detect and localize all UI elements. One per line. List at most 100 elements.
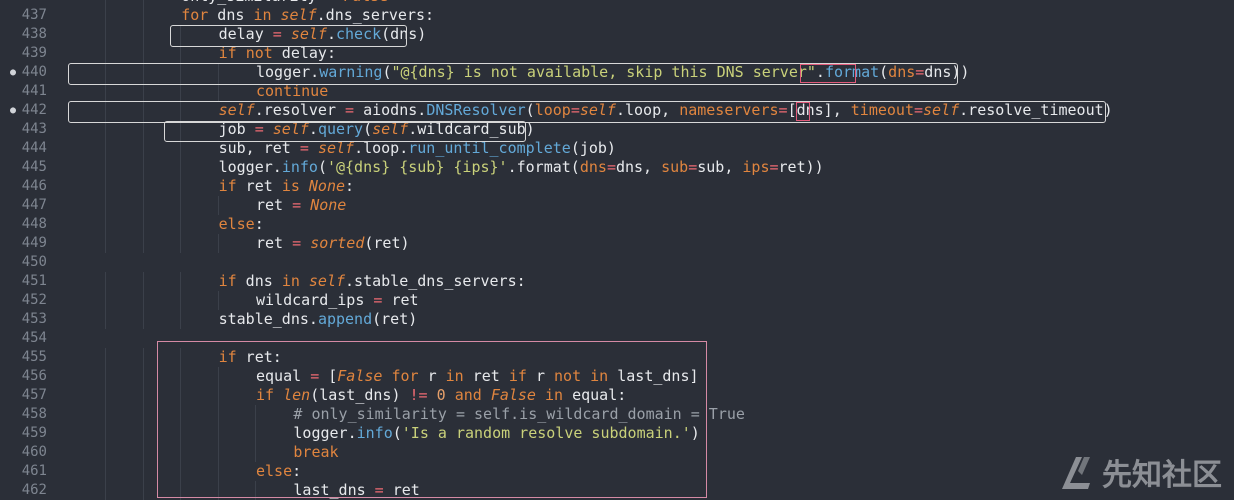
indent-guide — [180, 44, 182, 63]
indent-guide — [105, 63, 107, 82]
code-token: '@{dns} {sub} {ips}' — [326, 158, 508, 176]
code-token: else — [256, 462, 293, 480]
indent-guide — [217, 63, 219, 82]
code-line[interactable]: 446 if ret is None: — [0, 177, 1234, 196]
indent-guide — [105, 481, 107, 500]
code-token: job — [218, 120, 255, 138]
indent-guide — [255, 481, 256, 500]
code-token: self — [280, 6, 317, 24]
code-line[interactable]: 461 else: — [0, 462, 1234, 481]
code-line[interactable]: 459 logger.info('Is a random resolve subd… — [0, 424, 1234, 443]
code-token: = — [374, 481, 384, 499]
code-line[interactable]: 455 if ret: — [0, 348, 1234, 367]
code-token: last_dns — [293, 481, 375, 499]
indent-guide — [142, 120, 144, 139]
code-token: ( — [317, 158, 327, 176]
indent-guide — [180, 310, 182, 329]
code-token: ) — [690, 424, 700, 442]
code-line[interactable]: 443 job = self.query(self.wildcard_sub) — [0, 120, 1234, 139]
code-line[interactable]: 440 ● logger.warning ("@{dns} is not availa… — [0, 63, 1234, 82]
indent-guide — [142, 6, 144, 25]
line-number: 455 — [21, 349, 47, 365]
code-line[interactable]: 458 # only_similarity = self.is_wildcard_… — [0, 405, 1234, 424]
code-text: else: — [256, 462, 301, 481]
indent-guide — [180, 177, 182, 196]
indent-guide — [217, 234, 219, 253]
code-line[interactable]: 460 break — [0, 443, 1234, 462]
code-line[interactable]: 456 equal = [False for r in ret if r not … — [0, 367, 1234, 386]
code-line[interactable]: 452 wildcard_ips = ret — [0, 291, 1234, 310]
indent-guide — [142, 139, 144, 158]
code-token: (last_dns) — [310, 386, 410, 404]
code-token: ret — [236, 177, 282, 195]
code-token: = — [769, 158, 779, 176]
code-line[interactable]: 445 logger.info('@{dns} {sub} {ips}'.form… — [0, 158, 1234, 177]
line-number: 458 — [21, 406, 47, 422]
code-token: .dns_servers: — [316, 6, 435, 24]
code-line[interactable]: 448 else: — [0, 215, 1234, 234]
code-token: dns — [888, 63, 916, 81]
code-token: aiodns. — [354, 101, 427, 119]
code-text: # only_similarity = self.is_wildcard_dom… — [293, 405, 745, 424]
line-number: 461 — [21, 463, 47, 479]
code-token: ( — [363, 120, 373, 138]
code-text: sub, ret = self.loop.run_until_complete(… — [219, 139, 616, 158]
indent-guide — [105, 215, 107, 234]
code-line[interactable]: 453 stable_dns.append(ret) — [0, 310, 1234, 329]
code-editor[interactable]: 436only_similarity = False437for dns in … — [0, 0, 1234, 500]
code-token: ret — [463, 367, 509, 385]
code-token: False — [337, 367, 383, 385]
code-line[interactable]: 450 — [0, 253, 1234, 272]
code-token: not — [245, 44, 273, 62]
watermark-text: 先知社区 — [1102, 458, 1222, 493]
highlight-box-dns-bracket — [796, 102, 810, 121]
code-text: equal = [False for r in ret if r not in … — [256, 367, 699, 386]
indent-guide — [105, 6, 107, 25]
code-line[interactable]: 442 ● self.resolver = aiodns.DNSResolver(l… — [0, 101, 1234, 120]
code-token: = — [254, 120, 264, 138]
code-token: logger. — [256, 63, 320, 81]
indent-guide — [217, 196, 219, 215]
code-token: break — [293, 443, 339, 461]
indent-guide — [180, 101, 182, 120]
code-token: None — [308, 177, 346, 195]
code-line[interactable]: 438 delay = self.check(dns) — [0, 25, 1234, 44]
code-line[interactable]: 441 continue — [0, 82, 1234, 101]
code-line[interactable]: 447 ret = None — [0, 196, 1234, 215]
code-line[interactable]: 439 if not delay: — [0, 44, 1234, 63]
code-token: if — [218, 44, 237, 62]
code-token: self — [372, 120, 409, 138]
code-line[interactable]: 444 sub, ret = self.loop.run_until_comple… — [0, 139, 1234, 158]
code-line[interactable]: 462 last_dns = ret — [0, 481, 1234, 500]
code-line[interactable]: 451 if dns in self.stable_dns_servers: — [0, 272, 1234, 291]
code-token: dns, — [615, 158, 662, 176]
indent-guide — [105, 177, 107, 196]
code-line[interactable]: 449 ret = sorted(ret) — [0, 234, 1234, 253]
code-line[interactable]: 457 if len(last_dns) != 0 and False in eq… — [0, 386, 1234, 405]
code-token: in — [445, 367, 464, 385]
indent-guide — [105, 405, 107, 424]
code-line[interactable]: 437 for dns in self.dns_servers: — [0, 6, 1234, 25]
code-token: for — [391, 367, 419, 385]
code-text: if ret: — [219, 348, 282, 367]
code-token: info — [356, 424, 393, 442]
indent-guide — [255, 424, 256, 443]
code-token: .loop. — [354, 139, 409, 157]
code-token: in — [253, 6, 272, 24]
code-token: if — [218, 177, 237, 195]
code-token: logger. — [293, 424, 357, 442]
code-token: if — [218, 272, 237, 290]
code-token: query — [317, 120, 364, 138]
code-text: logger.info('Is a random resolve subdoma… — [293, 424, 699, 443]
code-line[interactable]: 454 — [0, 329, 1234, 348]
line-number: 456 — [21, 368, 47, 384]
line-number: 437 — [21, 7, 47, 23]
code-token: != — [409, 386, 428, 404]
code-token: in — [545, 386, 564, 404]
code-token: .format( — [507, 158, 580, 176]
indent-guide — [105, 234, 107, 253]
code-token: sorted — [310, 234, 365, 252]
indent-guide — [142, 424, 144, 443]
line-number: 459 — [21, 425, 47, 441]
